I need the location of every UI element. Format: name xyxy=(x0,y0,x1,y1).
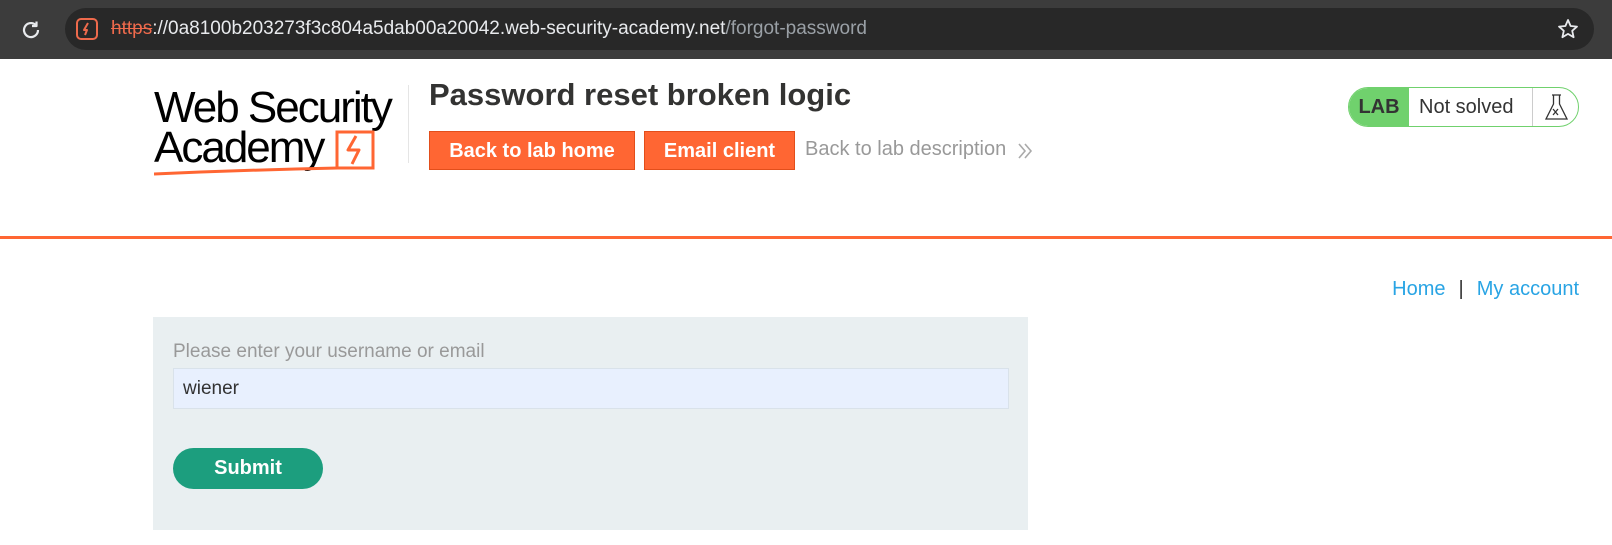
web-security-academy-logo[interactable]: Web Security Academy xyxy=(153,82,408,182)
nav-home-link[interactable]: Home xyxy=(1392,278,1445,300)
browser-toolbar: https://0a8100b203273f3c804a5dab00a20042… xyxy=(0,0,1612,59)
url-host: ://0a8100b203273f3c804a5dab00a20042.web-… xyxy=(152,18,726,39)
flask-icon xyxy=(1532,88,1578,126)
lab-status-text: Not solved xyxy=(1419,96,1514,118)
lab-header: Web Security Academy Password reset brok… xyxy=(0,59,1612,239)
forgot-password-form: Please enter your username or email wien… xyxy=(153,317,1028,530)
address-bar[interactable]: https://0a8100b203273f3c804a5dab00a20042… xyxy=(65,8,1594,50)
username-field-label: Please enter your username or email xyxy=(173,341,485,362)
submit-button[interactable]: Submit xyxy=(173,448,323,489)
logo-divider xyxy=(408,85,409,163)
url-scheme: https xyxy=(111,18,153,39)
nav-separator: | xyxy=(1458,278,1464,300)
account-nav: Home | My account xyxy=(1392,278,1579,301)
url-text[interactable]: https://0a8100b203273f3c804a5dab00a20042… xyxy=(111,8,867,50)
username-input[interactable]: wiener xyxy=(173,368,1009,409)
header-divider xyxy=(0,236,1612,239)
site-favicon-icon xyxy=(75,17,99,41)
lab-badge-label: LAB xyxy=(1349,88,1409,126)
double-chevron-right-icon[interactable] xyxy=(1016,140,1034,162)
url-path: /forgot-password xyxy=(725,18,867,39)
logo-line2: Academy xyxy=(154,123,325,172)
star-icon[interactable] xyxy=(1556,17,1580,41)
nav-my-account-link[interactable]: My account xyxy=(1477,278,1579,300)
back-to-lab-description-link[interactable]: Back to lab description xyxy=(805,138,1006,161)
lab-title: Password reset broken logic xyxy=(429,77,852,112)
reload-icon[interactable] xyxy=(18,17,44,43)
email-client-button[interactable]: Email client xyxy=(644,131,795,170)
back-to-lab-home-button[interactable]: Back to lab home xyxy=(429,131,635,170)
lab-status-badge: LAB Not solved xyxy=(1348,87,1579,127)
